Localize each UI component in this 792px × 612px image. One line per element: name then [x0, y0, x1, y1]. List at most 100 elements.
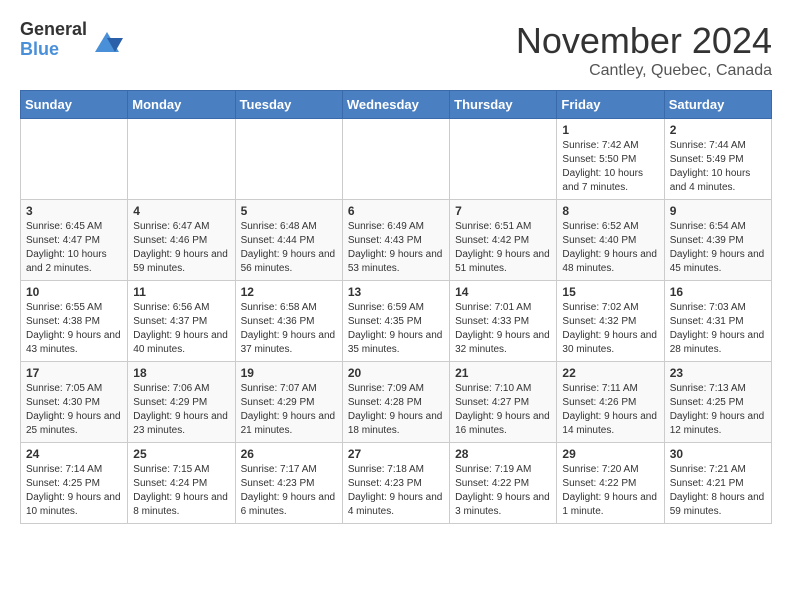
day-cell: 6Sunrise: 6:49 AMSunset: 4:43 PMDaylight…: [342, 200, 449, 281]
day-cell: 1 Sunrise: 7:42 AMSunset: 5:50 PMDaylight…: [557, 119, 664, 200]
calendar-table: SundayMondayTuesdayWednesdayThursdayFrid…: [20, 90, 772, 524]
header-friday: Friday: [557, 91, 664, 119]
day-info: Sunrise: 6:55 AMSunset: 4:38 PMDaylight:…: [26, 301, 122, 357]
day-cell: 12Sunrise: 6:58 AMSunset: 4:36 PMDayligh…: [235, 281, 342, 362]
day-number: 25: [133, 447, 229, 461]
day-info: Sunrise: 7:02 AMSunset: 4:32 PMDaylight:…: [562, 301, 658, 357]
day-number: 4: [133, 204, 229, 218]
day-cell: 28Sunrise: 7:19 AMSunset: 4:22 PMDayligh…: [450, 443, 557, 524]
day-number: 24: [26, 447, 122, 461]
day-number: 16: [670, 285, 766, 299]
subtitle: Cantley, Quebec, Canada: [516, 62, 772, 80]
logo-icon: [91, 24, 123, 56]
day-cell: 30 Sunrise: 7:21 AMSunset: 4:21 PMDayligh…: [664, 443, 771, 524]
day-number: 28: [455, 447, 551, 461]
day-number: 9: [670, 204, 766, 218]
day-info: Sunrise: 7:21 AMSunset: 4:21 PMDaylight:…: [670, 463, 766, 519]
day-cell: 7 Sunrise: 6:51 AMSunset: 4:42 PMDaylight…: [450, 200, 557, 281]
day-number: 1: [562, 123, 658, 137]
day-cell: 5 Sunrise: 6:48 AMSunset: 4:44 PMDaylight…: [235, 200, 342, 281]
day-cell: 25 Sunrise: 7:15 AMSunset: 4:24 PMDayligh…: [128, 443, 235, 524]
day-info: Sunrise: 6:54 AMSunset: 4:39 PMDaylight:…: [670, 220, 766, 276]
day-cell: 29 Sunrise: 7:20 AMSunset: 4:22 PMDayligh…: [557, 443, 664, 524]
day-cell: 15 Sunrise: 7:02 AMSunset: 4:32 PMDayligh…: [557, 281, 664, 362]
day-cell: 21 Sunrise: 7:10 AMSunset: 4:27 PMDayligh…: [450, 362, 557, 443]
day-info: Sunrise: 6:56 AMSunset: 4:37 PMDaylight:…: [133, 301, 229, 357]
day-info: Sunrise: 7:13 AMSunset: 4:25 PMDaylight:…: [670, 382, 766, 438]
day-cell: 8 Sunrise: 6:52 AMSunset: 4:40 PMDaylight…: [557, 200, 664, 281]
week-row-1: 1 Sunrise: 7:42 AMSunset: 5:50 PMDaylight…: [21, 119, 772, 200]
day-info: Sunrise: 7:09 AMSunset: 4:28 PMDaylight:…: [348, 382, 444, 438]
day-info: Sunrise: 7:44 AMSunset: 5:49 PMDaylight:…: [670, 139, 766, 195]
day-cell: 24 Sunrise: 7:14 AMSunset: 4:25 PMDayligh…: [21, 443, 128, 524]
day-number: 13: [348, 285, 444, 299]
day-cell: 26Sunrise: 7:17 AMSunset: 4:23 PMDayligh…: [235, 443, 342, 524]
logo: General Blue: [20, 20, 123, 60]
day-cell: [342, 119, 449, 200]
week-row-2: 3 Sunrise: 6:45 AMSunset: 4:47 PMDaylight…: [21, 200, 772, 281]
day-number: 3: [26, 204, 122, 218]
day-number: 10: [26, 285, 122, 299]
day-cell: 19Sunrise: 7:07 AMSunset: 4:29 PMDayligh…: [235, 362, 342, 443]
day-info: Sunrise: 6:49 AMSunset: 4:43 PMDaylight:…: [348, 220, 444, 276]
day-cell: 3 Sunrise: 6:45 AMSunset: 4:47 PMDaylight…: [21, 200, 128, 281]
day-number: 29: [562, 447, 658, 461]
day-number: 18: [133, 366, 229, 380]
day-number: 20: [348, 366, 444, 380]
day-cell: [21, 119, 128, 200]
logo-blue-text: Blue: [20, 40, 87, 60]
day-info: Sunrise: 7:14 AMSunset: 4:25 PMDaylight:…: [26, 463, 122, 519]
logo-general-text: General: [20, 20, 87, 40]
week-row-3: 10 Sunrise: 6:55 AMSunset: 4:38 PMDayligh…: [21, 281, 772, 362]
day-cell: 11 Sunrise: 6:56 AMSunset: 4:37 PMDayligh…: [128, 281, 235, 362]
day-cell: 2 Sunrise: 7:44 AMSunset: 5:49 PMDaylight…: [664, 119, 771, 200]
day-cell: 16 Sunrise: 7:03 AMSunset: 4:31 PMDayligh…: [664, 281, 771, 362]
header-row: SundayMondayTuesdayWednesdayThursdayFrid…: [21, 91, 772, 119]
day-number: 7: [455, 204, 551, 218]
day-info: Sunrise: 7:06 AMSunset: 4:29 PMDaylight:…: [133, 382, 229, 438]
day-info: Sunrise: 7:10 AMSunset: 4:27 PMDaylight:…: [455, 382, 551, 438]
header: General Blue November 2024 Cantley, Queb…: [20, 20, 772, 80]
day-cell: 10 Sunrise: 6:55 AMSunset: 4:38 PMDayligh…: [21, 281, 128, 362]
week-row-4: 17Sunrise: 7:05 AMSunset: 4:30 PMDayligh…: [21, 362, 772, 443]
day-cell: 14 Sunrise: 7:01 AMSunset: 4:33 PMDayligh…: [450, 281, 557, 362]
day-cell: 9 Sunrise: 6:54 AMSunset: 4:39 PMDaylight…: [664, 200, 771, 281]
day-number: 5: [241, 204, 337, 218]
day-number: 26: [241, 447, 337, 461]
day-info: Sunrise: 6:48 AMSunset: 4:44 PMDaylight:…: [241, 220, 337, 276]
header-wednesday: Wednesday: [342, 91, 449, 119]
day-number: 21: [455, 366, 551, 380]
day-number: 23: [670, 366, 766, 380]
day-cell: 17Sunrise: 7:05 AMSunset: 4:30 PMDayligh…: [21, 362, 128, 443]
day-cell: 27Sunrise: 7:18 AMSunset: 4:23 PMDayligh…: [342, 443, 449, 524]
day-info: Sunrise: 7:20 AMSunset: 4:22 PMDaylight:…: [562, 463, 658, 519]
day-info: Sunrise: 6:52 AMSunset: 4:40 PMDaylight:…: [562, 220, 658, 276]
header-saturday: Saturday: [664, 91, 771, 119]
week-row-5: 24 Sunrise: 7:14 AMSunset: 4:25 PMDayligh…: [21, 443, 772, 524]
header-sunday: Sunday: [21, 91, 128, 119]
day-number: 30: [670, 447, 766, 461]
header-thursday: Thursday: [450, 91, 557, 119]
day-info: Sunrise: 7:11 AMSunset: 4:26 PMDaylight:…: [562, 382, 658, 438]
day-info: Sunrise: 6:51 AMSunset: 4:42 PMDaylight:…: [455, 220, 551, 276]
day-number: 22: [562, 366, 658, 380]
day-cell: 13 Sunrise: 6:59 AMSunset: 4:35 PMDayligh…: [342, 281, 449, 362]
day-number: 8: [562, 204, 658, 218]
day-info: Sunrise: 6:59 AMSunset: 4:35 PMDaylight:…: [348, 301, 444, 357]
day-info: Sunrise: 6:45 AMSunset: 4:47 PMDaylight:…: [26, 220, 122, 276]
day-cell: 22 Sunrise: 7:11 AMSunset: 4:26 PMDayligh…: [557, 362, 664, 443]
title-block: November 2024 Cantley, Quebec, Canada: [516, 20, 772, 80]
day-info: Sunrise: 6:47 AMSunset: 4:46 PMDaylight:…: [133, 220, 229, 276]
day-info: Sunrise: 7:03 AMSunset: 4:31 PMDaylight:…: [670, 301, 766, 357]
day-number: 11: [133, 285, 229, 299]
day-number: 15: [562, 285, 658, 299]
day-info: Sunrise: 7:42 AMSunset: 5:50 PMDaylight:…: [562, 139, 658, 195]
day-number: 14: [455, 285, 551, 299]
day-info: Sunrise: 7:15 AMSunset: 4:24 PMDaylight:…: [133, 463, 229, 519]
day-cell: [235, 119, 342, 200]
day-number: 2: [670, 123, 766, 137]
day-cell: 20 Sunrise: 7:09 AMSunset: 4:28 PMDayligh…: [342, 362, 449, 443]
header-monday: Monday: [128, 91, 235, 119]
day-cell: [450, 119, 557, 200]
day-info: Sunrise: 7:01 AMSunset: 4:33 PMDaylight:…: [455, 301, 551, 357]
